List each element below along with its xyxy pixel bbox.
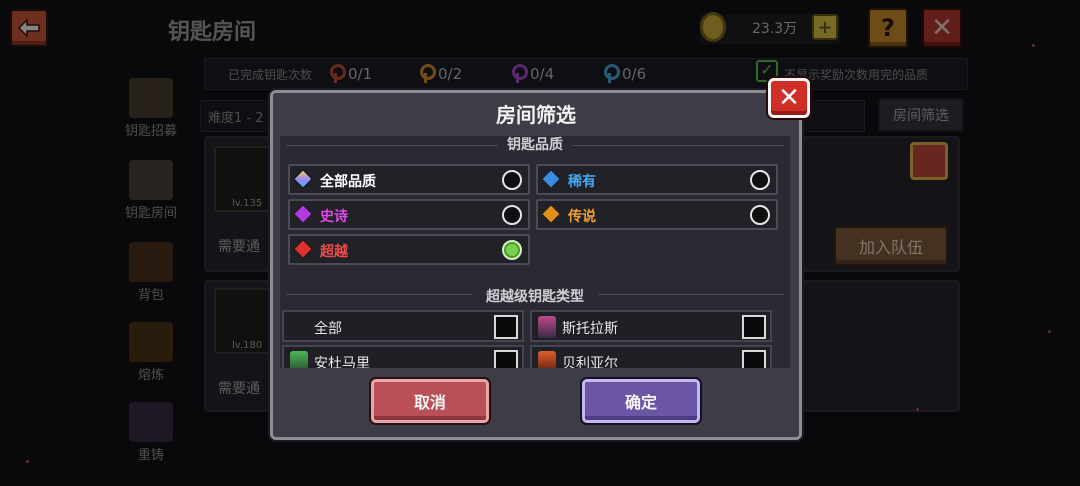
radio-button[interactable]: [750, 205, 770, 225]
quality-option-transcend[interactable]: 超越: [288, 234, 530, 265]
key-type-stolas[interactable]: 斯托拉斯: [530, 310, 772, 342]
dialog-close-button[interactable]: ✕: [768, 78, 810, 118]
checkbox[interactable]: [494, 315, 518, 339]
option-label: 超越: [320, 244, 348, 260]
checkbox[interactable]: [494, 350, 518, 368]
option-label: 史诗: [320, 209, 348, 225]
confirm-button[interactable]: 确定: [582, 379, 700, 423]
key-type-andumari[interactable]: 安杜马里: [282, 345, 524, 368]
option-label: 安杜马里: [314, 356, 370, 368]
quality-section-title: 钥匙品质: [507, 137, 563, 153]
checkbox[interactable]: [742, 315, 766, 339]
gem-icon: [541, 169, 561, 189]
checkbox[interactable]: [742, 350, 766, 368]
quality-option-epic[interactable]: 史诗: [288, 199, 530, 230]
cancel-button[interactable]: 取消: [371, 379, 489, 423]
radio-button[interactable]: [502, 170, 522, 190]
gem-icon: [541, 204, 561, 224]
quality-option-legendary[interactable]: 传说: [536, 199, 778, 230]
option-label: 斯托拉斯: [562, 321, 618, 337]
belial-icon: [538, 351, 556, 368]
option-label: 贝利亚尔: [562, 356, 618, 368]
gem-icon: [293, 169, 313, 189]
filter-scroll-area[interactable]: 钥匙品质 全部品质 稀有 史诗 传说 超越 超越级钥匙类型 全部 斯托拉斯 安杜…: [280, 136, 790, 368]
option-label: 全部品质: [320, 174, 376, 190]
radio-button-selected[interactable]: [502, 240, 522, 260]
key-type-belial[interactable]: 贝利亚尔: [530, 345, 772, 368]
stolas-icon: [538, 316, 556, 338]
option-label: 全部: [314, 321, 342, 337]
option-label: 传说: [568, 209, 596, 225]
option-label: 稀有: [568, 174, 596, 190]
quality-option-all[interactable]: 全部品质: [288, 164, 530, 195]
gem-icon: [293, 204, 313, 224]
key-type-all[interactable]: 全部: [282, 310, 524, 342]
radio-button[interactable]: [750, 170, 770, 190]
gem-icon: [293, 239, 313, 259]
close-icon: ✕: [778, 83, 800, 113]
andumari-icon: [290, 351, 308, 368]
quality-option-rare[interactable]: 稀有: [536, 164, 778, 195]
key-type-section-title: 超越级钥匙类型: [486, 289, 584, 305]
radio-button[interactable]: [502, 205, 522, 225]
dialog-title: 房间筛选: [496, 103, 576, 127]
